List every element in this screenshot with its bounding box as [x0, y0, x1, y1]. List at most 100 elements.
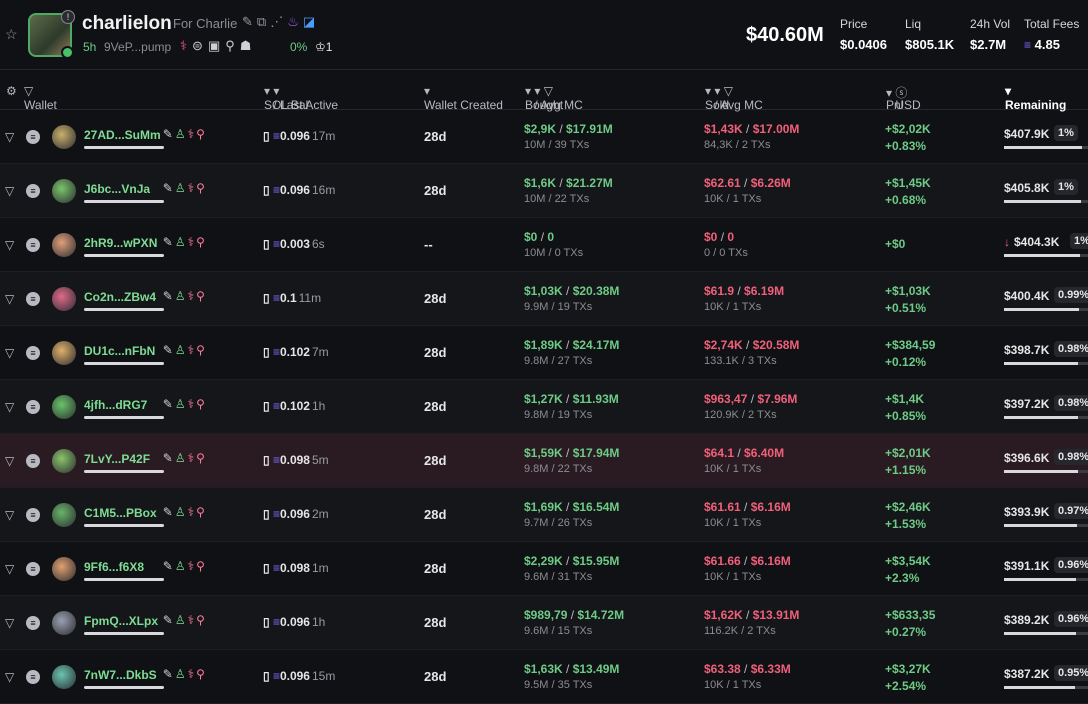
- wallet-created: --: [424, 237, 433, 252]
- sol-icon: ≡: [272, 237, 280, 251]
- wallet-address[interactable]: C1M5...PBox: [84, 506, 157, 520]
- avatar[interactable]: [52, 179, 76, 203]
- filter-icon[interactable]: ▽: [5, 616, 14, 630]
- filter-icon[interactable]: ▽: [5, 670, 14, 684]
- wallet-address[interactable]: Co2n...ZBw4: [84, 290, 156, 304]
- chat-icon[interactable]: ▣: [208, 38, 225, 53]
- avatar[interactable]: [52, 125, 76, 149]
- avatar[interactable]: [52, 233, 76, 257]
- telegram-icon[interactable]: ◪: [303, 14, 319, 29]
- wallet-address[interactable]: 7LvY...P42F: [84, 452, 150, 466]
- wallet-address[interactable]: 9Ff6...f6X8: [84, 560, 144, 574]
- link-icon: ⚲: [196, 667, 207, 681]
- filter-icon[interactable]: ▽: [5, 562, 14, 576]
- menu-icon[interactable]: ≡: [26, 508, 40, 522]
- menu-icon[interactable]: ≡: [26, 670, 40, 684]
- col-pnl[interactable]: Pnl ▾ USD ⓢ: [886, 84, 921, 112]
- pnl-value: +$3,27K: [885, 662, 931, 676]
- edit-icon[interactable]: ✎: [163, 127, 175, 141]
- edit-icon[interactable]: ✎: [163, 613, 175, 627]
- filter-icon[interactable]: ▽: [5, 184, 14, 198]
- menu-icon[interactable]: ≡: [26, 400, 40, 414]
- token-address[interactable]: 9VeP...pump: [104, 40, 171, 54]
- wallet-address[interactable]: 4jfh...dRG7: [84, 398, 147, 412]
- token-subtitle: For Charlie: [173, 16, 238, 31]
- filter-icon[interactable]: ▽: [5, 238, 14, 252]
- wallet-address[interactable]: 2hR9...wPXN: [84, 236, 157, 250]
- col-sol-bal[interactable]: SOL Bal ▾ / Last Active ▾: [264, 84, 338, 112]
- avatar[interactable]: [52, 611, 76, 635]
- sold-value: $2,74K / $20.58M: [704, 338, 800, 352]
- menu-icon[interactable]: ≡: [26, 184, 40, 198]
- table-row[interactable]: ▽ ≡ J6bc...VnJa ✎♙⚕⚲ ▯ ≡0.096 16m 28d $1,6K / $…: [0, 164, 1088, 218]
- filter-icon[interactable]: ▽: [5, 454, 14, 468]
- avatar[interactable]: [52, 395, 76, 419]
- col-wallet[interactable]: Wallet ▽: [24, 84, 57, 112]
- edit-icon[interactable]: ✎: [163, 343, 175, 357]
- filter-icon[interactable]: ▽: [5, 292, 14, 306]
- holder-percent: 0%: [290, 40, 308, 54]
- table-row[interactable]: ▽ ≡ C1M5...PBox ✎♙⚕⚲ ▯ ≡0.096 2m 28d $1,69K / $…: [0, 488, 1088, 542]
- stat-price: Price $0.0406: [840, 17, 887, 52]
- menu-icon[interactable]: ≡: [26, 616, 40, 630]
- wallet-address[interactable]: J6bc...VnJa: [84, 182, 150, 196]
- col-wallet-created[interactable]: Wallet Created ▾: [424, 84, 503, 112]
- menu-icon[interactable]: ≡: [26, 292, 40, 306]
- pnl-percent: +0.51%: [885, 301, 927, 315]
- table-row[interactable]: ▽ ≡ 7nW7...DkbS ✎♙⚕⚲ ▯ ≡0.096 15m 28d $1,63K / …: [0, 650, 1088, 704]
- wallet-address[interactable]: DU1c...nFbN: [84, 344, 155, 358]
- avatar[interactable]: [52, 503, 76, 527]
- table-row[interactable]: ▽ ≡ 7LvY...P42F ✎♙⚕⚲ ▯ ≡0.098 5m 28d $1,59K / $…: [0, 434, 1088, 488]
- edit-icon[interactable]: ✎: [163, 559, 175, 573]
- edit-icon[interactable]: ✎: [163, 505, 175, 519]
- edit-icon[interactable]: ✎: [242, 14, 257, 29]
- token-image[interactable]: !: [28, 10, 75, 59]
- filter-icon[interactable]: ▽: [5, 400, 14, 414]
- filter-icon[interactable]: ▽: [5, 346, 14, 360]
- sold-sub: 10K / 1 TXs: [704, 517, 762, 529]
- col-remaining[interactable]: Remaining ▾: [1005, 84, 1066, 112]
- copy-icon[interactable]: ⧉: [257, 14, 270, 29]
- fire-icon[interactable]: ♨: [287, 14, 303, 29]
- edit-icon[interactable]: ✎: [163, 667, 175, 681]
- table-row[interactable]: ▽ ≡ DU1c...nFbN ✎♙⚕⚲ ▯ ≡0.102 7m 28d $1,89K / $…: [0, 326, 1088, 380]
- avatar[interactable]: [52, 449, 76, 473]
- avatar[interactable]: [52, 665, 76, 689]
- wallet-address[interactable]: 7nW7...DkbS: [84, 668, 157, 682]
- avatar[interactable]: [52, 341, 76, 365]
- search-icon[interactable]: ⚲: [225, 38, 240, 53]
- edit-icon[interactable]: ✎: [163, 181, 175, 195]
- avatar[interactable]: [52, 557, 76, 581]
- wallet-address[interactable]: FpmQ...XLpx: [84, 614, 158, 628]
- menu-icon[interactable]: ≡: [26, 562, 40, 576]
- share-icon[interactable]: ⋰: [270, 14, 287, 29]
- chef-icon[interactable]: ☗: [240, 38, 257, 53]
- menu-icon[interactable]: ≡: [26, 346, 40, 360]
- avatar[interactable]: [52, 287, 76, 311]
- col-bought[interactable]: Bought ▾ / Avg MC ▾ ▽: [525, 84, 583, 112]
- remaining-bar-fill: [1004, 308, 1079, 311]
- user-icon: ♙: [174, 613, 188, 627]
- edit-icon[interactable]: ✎: [163, 289, 175, 303]
- wallet-address[interactable]: 27AD...SuMm: [84, 128, 161, 142]
- wallet-bar: [84, 578, 164, 581]
- filter-icon[interactable]: ▽: [5, 130, 14, 144]
- edit-icon[interactable]: ✎: [163, 235, 175, 249]
- menu-icon[interactable]: ≡: [26, 238, 40, 252]
- table-row[interactable]: ▽ ≡ Co2n...ZBw4 ✎♙⚕⚲ ▯ ≡0.1 11m 28d $1,03K / $2…: [0, 272, 1088, 326]
- filter-icon[interactable]: ▽: [5, 508, 14, 522]
- settings-icon[interactable]: ⚙: [6, 84, 17, 98]
- edit-icon[interactable]: ✎: [163, 451, 175, 465]
- table-row[interactable]: ▽ ≡ 27AD...SuMm ✎♙⚕⚲ ▯ ≡0.096 17m 28d $2,9K / $…: [0, 110, 1088, 164]
- menu-icon[interactable]: ≡: [26, 454, 40, 468]
- pump-icon[interactable]: ⚕: [180, 38, 192, 53]
- star-icon[interactable]: ☆: [5, 26, 18, 43]
- col-sold[interactable]: Sold ▾ / Avg MC ▾ ▽: [705, 84, 763, 112]
- table-row[interactable]: ▽ ≡ 4jfh...dRG7 ✎♙⚕⚲ ▯ ≡0.102 1h 28d $1,27K / $…: [0, 380, 1088, 434]
- edit-icon[interactable]: ✎: [163, 397, 175, 411]
- table-row[interactable]: ▽ ≡ 9Ff6...f6X8 ✎♙⚕⚲ ▯ ≡0.098 1m 28d $2,29K / $…: [0, 542, 1088, 596]
- menu-icon[interactable]: ≡: [26, 130, 40, 144]
- menu-circle-icon[interactable]: ⊜: [192, 38, 208, 53]
- table-row[interactable]: ▽ ≡ 2hR9...wPXN ✎♙⚕⚲ ▯ ≡0.003 6s -- $0 / 0 10M /…: [0, 218, 1088, 272]
- table-row[interactable]: ▽ ≡ FpmQ...XLpx ✎♙⚕⚲ ▯ ≡0.096 1h 28d $989,79 / …: [0, 596, 1088, 650]
